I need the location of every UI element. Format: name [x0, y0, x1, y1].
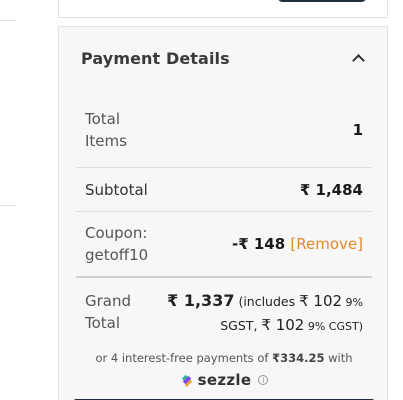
- installments-prefix: or 4 interest-free payments of: [95, 351, 273, 365]
- total-items-row: Total Items 1: [76, 89, 372, 168]
- divider: [0, 20, 16, 21]
- installments-suffix: with: [324, 351, 353, 365]
- sezzle-brand[interactable]: sezzle i: [59, 371, 389, 389]
- sezzle-logo-icon: [181, 374, 192, 387]
- cgst-rate: 9% CGST): [304, 320, 363, 333]
- grand-total-amount: ₹ 1,337: [167, 291, 235, 310]
- grand-total-label: Grand Total: [85, 292, 132, 332]
- total-items-label: Total Items: [85, 110, 127, 150]
- sgst-rate: 9%: [342, 296, 363, 309]
- payment-summary-table: Total Items 1 Subtotal ₹ 1,484 Coupon: g…: [76, 89, 372, 350]
- total-items-value: 1: [352, 121, 363, 139]
- payment-details-title: Payment Details: [81, 48, 230, 68]
- installments-text: or 4 interest-free payments of ₹334.25 w…: [59, 351, 389, 365]
- includes-prefix: (includes: [238, 294, 300, 309]
- payment-details-header[interactable]: Payment Details: [59, 27, 387, 89]
- cgst-amount: ₹ 102: [261, 316, 305, 334]
- sezzle-brand-name: sezzle: [197, 371, 252, 389]
- previous-card: [58, 0, 388, 18]
- coupon-row: Coupon: getoff10 -₹ 148 [Remove]: [76, 212, 372, 278]
- subtotal-label: Subtotal: [85, 180, 148, 199]
- chevron-up-icon[interactable]: [352, 53, 365, 67]
- grand-total-value: ₹ 1,337 (includes ₹ 102 9% SGST, ₹ 102 9…: [167, 290, 363, 338]
- coupon-discount: -₹ 148: [231, 235, 286, 253]
- installment-amount: ₹334.25: [272, 351, 325, 365]
- previous-card-button[interactable]: [277, 0, 367, 2]
- payment-details-panel: Payment Details Total Items 1 Subtotal ₹…: [58, 26, 388, 400]
- grand-total-row: Grand Total ₹ 1,337 (includes ₹ 102 9% S…: [76, 278, 372, 350]
- left-pane: [0, 0, 58, 400]
- coupon-value: -₹ 148 [Remove]: [232, 235, 363, 253]
- remove-coupon-link[interactable]: [Remove]: [290, 235, 363, 253]
- subtotal-row: Subtotal ₹ 1,484: [76, 168, 372, 212]
- divider: [0, 205, 16, 206]
- subtotal-value: ₹ 1,484: [299, 180, 363, 199]
- info-icon[interactable]: i: [258, 375, 269, 385]
- sgst-text: SGST,: [220, 318, 262, 333]
- coupon-label: Coupon: getoff10: [85, 224, 149, 264]
- sgst-amount: ₹ 102: [299, 292, 343, 310]
